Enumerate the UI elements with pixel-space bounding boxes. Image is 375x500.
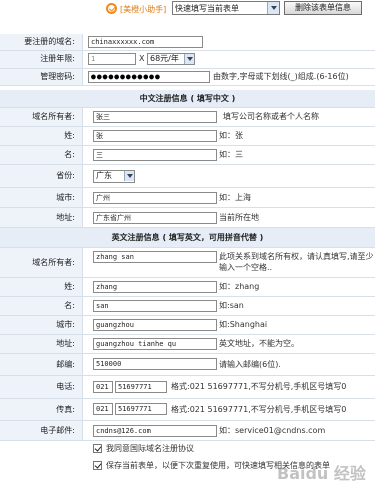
en-surname-hint: 如：zhang bbox=[219, 282, 260, 291]
fax-hint: 格式:021 51697771,不写分机号,手机区号填写0 bbox=[171, 405, 347, 414]
quick-fill-select[interactable]: 快速填写当前表单 bbox=[172, 1, 280, 15]
cn-owner-label: 域名所有者: bbox=[0, 108, 83, 126]
cn-surname-hint: 如：张 bbox=[219, 131, 243, 140]
en-given-hint: 如:san bbox=[219, 301, 244, 310]
cn-city-hint: 如：上海 bbox=[219, 193, 251, 202]
chevron-down-icon[interactable] bbox=[267, 2, 279, 14]
password-row: 管理密码: ●●●●●●●●●●●● 由数字,字母或下划线(_)组成.(6-16… bbox=[0, 69, 375, 86]
helper-toolbar: [美橙小助手] 快速填写当前表单 删除该表单信息 bbox=[0, 0, 375, 22]
en-owner-row: 域名所有者: zhang san 此项关系到域名所有权，请认真填写,请至少输入一… bbox=[0, 248, 375, 278]
chevron-down-icon[interactable] bbox=[124, 171, 134, 181]
en-city-row: 城市: guangzhou 如:Shanghai bbox=[0, 316, 375, 335]
cn-province-row: 省份: 广东 bbox=[0, 165, 375, 188]
en-given-row: 名: san 如:san bbox=[0, 297, 375, 316]
en-given-input[interactable]: san bbox=[93, 300, 217, 312]
en-address-hint: 英文地址，不能为空。 bbox=[219, 339, 299, 348]
cn-given-row: 名: 三 如：三 bbox=[0, 146, 375, 165]
en-email-row: 电子邮件: cndns@126.com 如：service01@cndns.co… bbox=[0, 421, 375, 441]
en-owner-hint: 此项关系到域名所有权，请认真填写,请至少输入一个空格.. bbox=[219, 252, 374, 272]
price-select-value: 68元/年 bbox=[150, 54, 179, 63]
cn-address-input[interactable]: 广东省广州 bbox=[93, 212, 217, 224]
en-owner-label: 域名所有者: bbox=[0, 248, 83, 277]
cn-city-input[interactable]: 广州 bbox=[93, 192, 217, 204]
en-address-label: 地址: bbox=[0, 335, 83, 353]
domain-label: 要注册的域名: bbox=[0, 34, 83, 50]
en-postcode-input[interactable]: 510000 bbox=[93, 358, 217, 370]
cn-given-hint: 如：三 bbox=[219, 150, 243, 159]
cn-province-label: 省份: bbox=[0, 165, 83, 187]
agree-label[interactable]: 我同意国际域名注册协议 bbox=[106, 441, 194, 457]
helper-label[interactable]: [美橙小助手] bbox=[120, 4, 166, 15]
en-email-input[interactable]: cndns@126.com bbox=[93, 425, 217, 437]
times-sign: X bbox=[139, 54, 145, 63]
password-hint: 由数字,字母或下划线(_)组成.(6-16位) bbox=[213, 72, 349, 81]
cn-owner-row: 域名所有者: 张三 填写公司名称或者个人名称 bbox=[0, 108, 375, 127]
cn-city-label: 城市: bbox=[0, 188, 83, 207]
cn-address-hint: 当前所在地 bbox=[219, 213, 259, 222]
en-phone-row: 电话: 021 51697771 格式:021 51697771,不写分机号,手… bbox=[0, 376, 375, 399]
en-owner-input[interactable]: zhang san bbox=[93, 251, 217, 263]
cn-owner-hint: 填写公司名称或者个人名称 bbox=[223, 112, 319, 121]
cn-address-row: 地址: 广东省广州 当前所在地 bbox=[0, 208, 375, 228]
province-select[interactable]: 广东 bbox=[93, 170, 135, 183]
domain-row: 要注册的域名: chinaxxxxxx.com bbox=[0, 34, 375, 51]
domain-registration-form: 要注册的域名: chinaxxxxxx.com 注册年限: 1 X 68元/年 … bbox=[0, 34, 375, 475]
en-surname-input[interactable]: zhang bbox=[93, 281, 217, 293]
years-row: 注册年限: 1 X 68元/年 bbox=[0, 51, 375, 69]
en-fax-row: 传真: 021 51697771 格式:021 51697771,不写分机号,手… bbox=[0, 399, 375, 421]
price-select[interactable]: 68元/年 bbox=[147, 53, 195, 65]
save-spacer bbox=[0, 458, 83, 475]
chevron-down-icon[interactable] bbox=[184, 54, 194, 64]
save-checkbox[interactable] bbox=[93, 461, 102, 470]
cn-given-label: 名: bbox=[0, 146, 83, 164]
en-fax-label: 传真: bbox=[0, 399, 83, 420]
en-postcode-row: 邮编: 510000 请输入邮编(6位). bbox=[0, 354, 375, 376]
domain-input[interactable]: chinaxxxxxx.com bbox=[88, 36, 203, 48]
cn-section-title: 中文注册信息 ( 填写中文 ) bbox=[0, 90, 375, 108]
en-city-label: 城市: bbox=[0, 316, 83, 334]
province-select-value: 广东 bbox=[96, 171, 112, 180]
en-address-row: 地址: guangzhou tianhe qu 英文地址，不能为空。 bbox=[0, 335, 375, 354]
en-phone-label: 电话: bbox=[0, 376, 83, 398]
cn-surname-row: 姓: 张 如：张 bbox=[0, 127, 375, 146]
en-surname-label: 姓: bbox=[0, 278, 83, 296]
years-input[interactable]: 1 bbox=[88, 53, 136, 65]
agree-checkbox[interactable] bbox=[93, 444, 102, 453]
quick-fill-select-value: 快速填写当前表单 bbox=[175, 4, 239, 13]
cn-city-row: 城市: 广州 如：上海 bbox=[0, 188, 375, 208]
agree-row: 我同意国际域名注册协议 bbox=[0, 441, 375, 458]
en-given-label: 名: bbox=[0, 297, 83, 315]
cn-given-input[interactable]: 三 bbox=[93, 149, 217, 161]
years-label: 注册年限: bbox=[0, 51, 83, 68]
cn-address-label: 地址: bbox=[0, 208, 83, 227]
fax-area-input[interactable]: 021 bbox=[93, 403, 113, 415]
baidu-watermark: Baidu 经验 bbox=[277, 464, 366, 483]
en-postcode-label: 邮编: bbox=[0, 354, 83, 375]
phone-number-input[interactable]: 51697771 bbox=[115, 381, 167, 393]
checkmark-circle-icon bbox=[106, 3, 117, 14]
cn-owner-input[interactable]: 张三 bbox=[93, 111, 217, 123]
fax-number-input[interactable]: 51697771 bbox=[115, 403, 167, 415]
en-email-label: 电子邮件: bbox=[0, 421, 83, 440]
cn-surname-input[interactable]: 张 bbox=[93, 130, 217, 142]
agree-spacer bbox=[0, 441, 83, 458]
en-surname-row: 姓: zhang 如：zhang bbox=[0, 278, 375, 297]
phone-area-input[interactable]: 021 bbox=[93, 381, 113, 393]
en-city-input[interactable]: guangzhou bbox=[93, 319, 217, 331]
en-address-input[interactable]: guangzhou tianhe qu bbox=[93, 338, 217, 350]
en-email-hint: 如：service01@cndns.com bbox=[219, 426, 326, 435]
en-city-hint: 如:Shanghai bbox=[219, 320, 268, 329]
delete-form-button[interactable]: 删除该表单信息 bbox=[284, 1, 362, 15]
password-input[interactable]: ●●●●●●●●●●●● bbox=[88, 71, 210, 83]
en-section-title: 英文注册信息 ( 填写英文，可用拼音代替 ) bbox=[0, 228, 375, 248]
cn-surname-label: 姓: bbox=[0, 127, 83, 145]
en-postcode-hint: 请输入邮编(6位). bbox=[219, 360, 281, 369]
phone-hint: 格式:021 51697771,不写分机号,手机区号填写0 bbox=[171, 382, 347, 391]
password-label: 管理密码: bbox=[0, 69, 83, 85]
